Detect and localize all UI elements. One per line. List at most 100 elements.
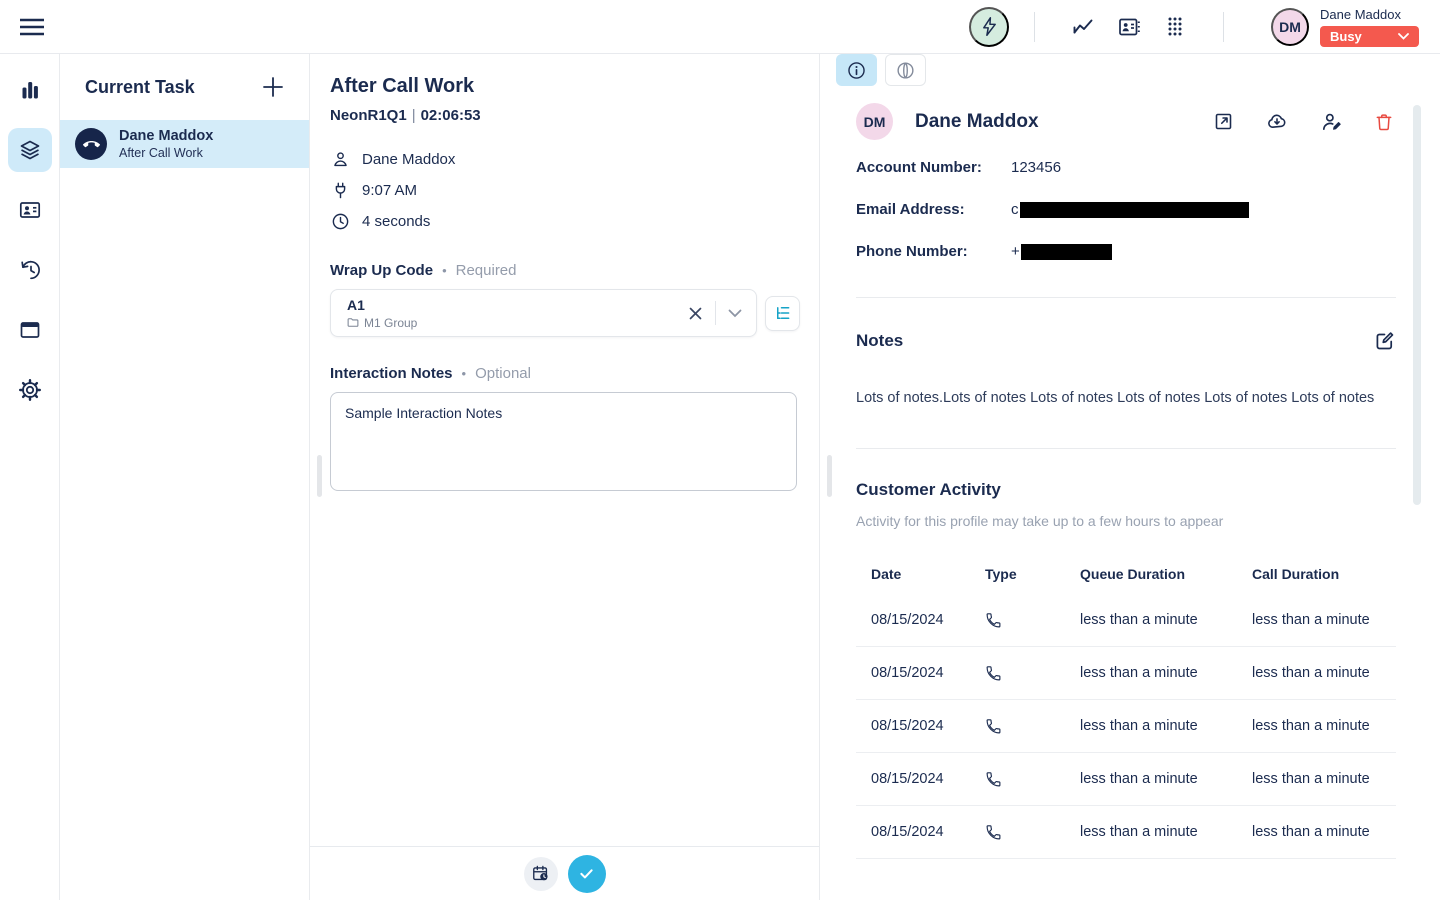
task-call-avatar	[75, 128, 107, 160]
wrapup-clear-button[interactable]	[686, 304, 705, 323]
activity-table: Date Type Queue Duration Call Duration 0…	[856, 554, 1396, 859]
rail-item-contacts[interactable]	[8, 188, 52, 232]
subtitle-separator: |	[407, 107, 421, 124]
status-dropdown[interactable]: Busy	[1320, 26, 1419, 47]
activity-date: 08/15/2024	[856, 718, 985, 734]
email-redaction-bar	[1020, 202, 1249, 218]
edit-contact-button[interactable]	[1320, 111, 1343, 133]
select-divider	[715, 301, 716, 325]
edit-pencil-icon	[1373, 329, 1396, 352]
email-value: c	[1011, 201, 1249, 218]
account-number-field: Account Number: 123456	[856, 159, 1440, 176]
activity-call-duration: less than a minute	[1252, 824, 1396, 840]
phone-value: +	[1011, 243, 1112, 260]
column-queue-duration: Queue Duration	[1080, 566, 1252, 582]
activity-queue-duration: less than a minute	[1080, 612, 1252, 628]
chevron-down-icon	[1398, 33, 1409, 40]
cloud-download-icon	[1265, 111, 1289, 132]
split-circle-icon	[895, 60, 916, 81]
user-avatar[interactable]: DM	[1271, 8, 1309, 46]
customer-profile-panel: DM Dane Maddox	[820, 54, 1440, 900]
activity-row: 08/15/2024 less than a minute less than …	[856, 594, 1396, 647]
column-date: Date	[856, 566, 985, 582]
directory-button[interactable]	[1117, 15, 1141, 39]
line-chart-icon	[1071, 15, 1095, 39]
left-rail	[0, 54, 60, 900]
performance-chart-button[interactable]	[1071, 15, 1095, 39]
close-icon	[688, 306, 703, 321]
profile-avatar-initials: DM	[864, 114, 886, 130]
plus-icon	[262, 76, 284, 98]
topbar-divider	[1034, 12, 1035, 42]
phone-prefix: +	[1011, 243, 1020, 260]
activity-queue-duration: less than a minute	[1080, 771, 1252, 787]
activity-table-body: 08/15/2024 less than a minute less than …	[856, 594, 1396, 859]
check-icon	[577, 864, 596, 883]
notes-body: Lots of notes.Lots of notes Lots of note…	[856, 388, 1440, 408]
activity-row: 08/15/2024 less than a minute less than …	[856, 647, 1396, 700]
download-profile-button[interactable]	[1265, 111, 1289, 132]
rail-item-workspace[interactable]	[8, 308, 52, 352]
tab-profile-info[interactable]	[836, 54, 877, 86]
schedule-callback-button[interactable]	[524, 857, 558, 891]
trash-icon	[1374, 111, 1394, 133]
customer-activity-subtitle: Activity for this profile may take up to…	[856, 513, 1440, 529]
section-divider	[856, 448, 1396, 449]
phone-label: Phone Number:	[856, 243, 1011, 260]
interaction-notes-bullet: •	[462, 366, 467, 381]
task-list-item[interactable]: Dane Maddox After Call Work	[60, 120, 309, 168]
profile-scrollbar[interactable]	[1413, 105, 1421, 505]
dialpad-button[interactable]	[1163, 15, 1187, 39]
wrapup-tree-browse-button[interactable]	[765, 296, 800, 331]
complete-acw-button[interactable]	[568, 855, 606, 893]
topbar-divider	[1223, 12, 1224, 42]
start-time-row: 9:07 AM	[330, 175, 819, 206]
interaction-notes-input[interactable]: Sample Interaction Notes	[330, 392, 797, 491]
plug-icon	[331, 181, 350, 201]
wrapup-code-select[interactable]: A1 M1 Group	[330, 289, 757, 337]
phone-call-icon	[985, 665, 1002, 682]
menu-hamburger-button[interactable]	[17, 12, 47, 42]
activity-call-duration: less than a minute	[1252, 612, 1396, 628]
calendar-clock-icon	[531, 864, 550, 883]
activity-call-duration: less than a minute	[1252, 718, 1396, 734]
task-state: After Call Work	[119, 145, 213, 161]
gear-icon	[18, 378, 42, 402]
info-icon	[846, 60, 867, 81]
open-profile-button[interactable]	[1213, 111, 1234, 132]
tab-insights[interactable]	[885, 54, 926, 86]
phone-field: Phone Number: +	[856, 243, 1440, 260]
person-edit-icon	[1320, 111, 1343, 133]
activity-call-duration: less than a minute	[1252, 665, 1396, 681]
activity-type	[985, 718, 1080, 735]
person-icon	[331, 150, 350, 169]
section-divider	[856, 297, 1396, 298]
panel-resize-handle[interactable]	[317, 455, 322, 497]
activity-row: 08/15/2024 less than a minute less than …	[856, 700, 1396, 753]
profile-name: Dane Maddox	[915, 111, 1039, 133]
rail-item-interactions[interactable]	[8, 128, 52, 172]
rail-item-history[interactable]	[8, 248, 52, 292]
rail-item-settings[interactable]	[8, 368, 52, 412]
edit-notes-button[interactable]	[1373, 329, 1396, 352]
activity-call-duration: less than a minute	[1252, 771, 1396, 787]
email-prefix: c	[1011, 201, 1019, 218]
delete-contact-button[interactable]	[1374, 111, 1394, 133]
activity-table-header: Date Type Queue Duration Call Duration	[856, 554, 1396, 594]
phone-call-icon	[985, 612, 1002, 629]
wrapup-label: Wrap Up Code	[330, 262, 433, 279]
activity-queue-duration: less than a minute	[1080, 824, 1252, 840]
work-item-subtitle: NeonR1Q1|02:06:53	[330, 107, 819, 124]
notes-title: Notes	[856, 331, 903, 351]
add-task-button[interactable]	[259, 73, 287, 101]
interaction-duration: 02:06:53	[421, 107, 481, 124]
user-avatar-initials: DM	[1279, 19, 1301, 35]
profile-fields: Account Number: 123456 Email Address: c …	[856, 159, 1440, 260]
activity-queue-duration: less than a minute	[1080, 665, 1252, 681]
folder-icon	[347, 317, 359, 328]
wrapup-dropdown-button[interactable]	[726, 307, 744, 320]
quick-actions-button[interactable]	[969, 7, 1009, 47]
panel-resize-handle[interactable]	[827, 455, 832, 497]
email-label: Email Address:	[856, 201, 1011, 218]
rail-item-performance[interactable]	[8, 68, 52, 112]
